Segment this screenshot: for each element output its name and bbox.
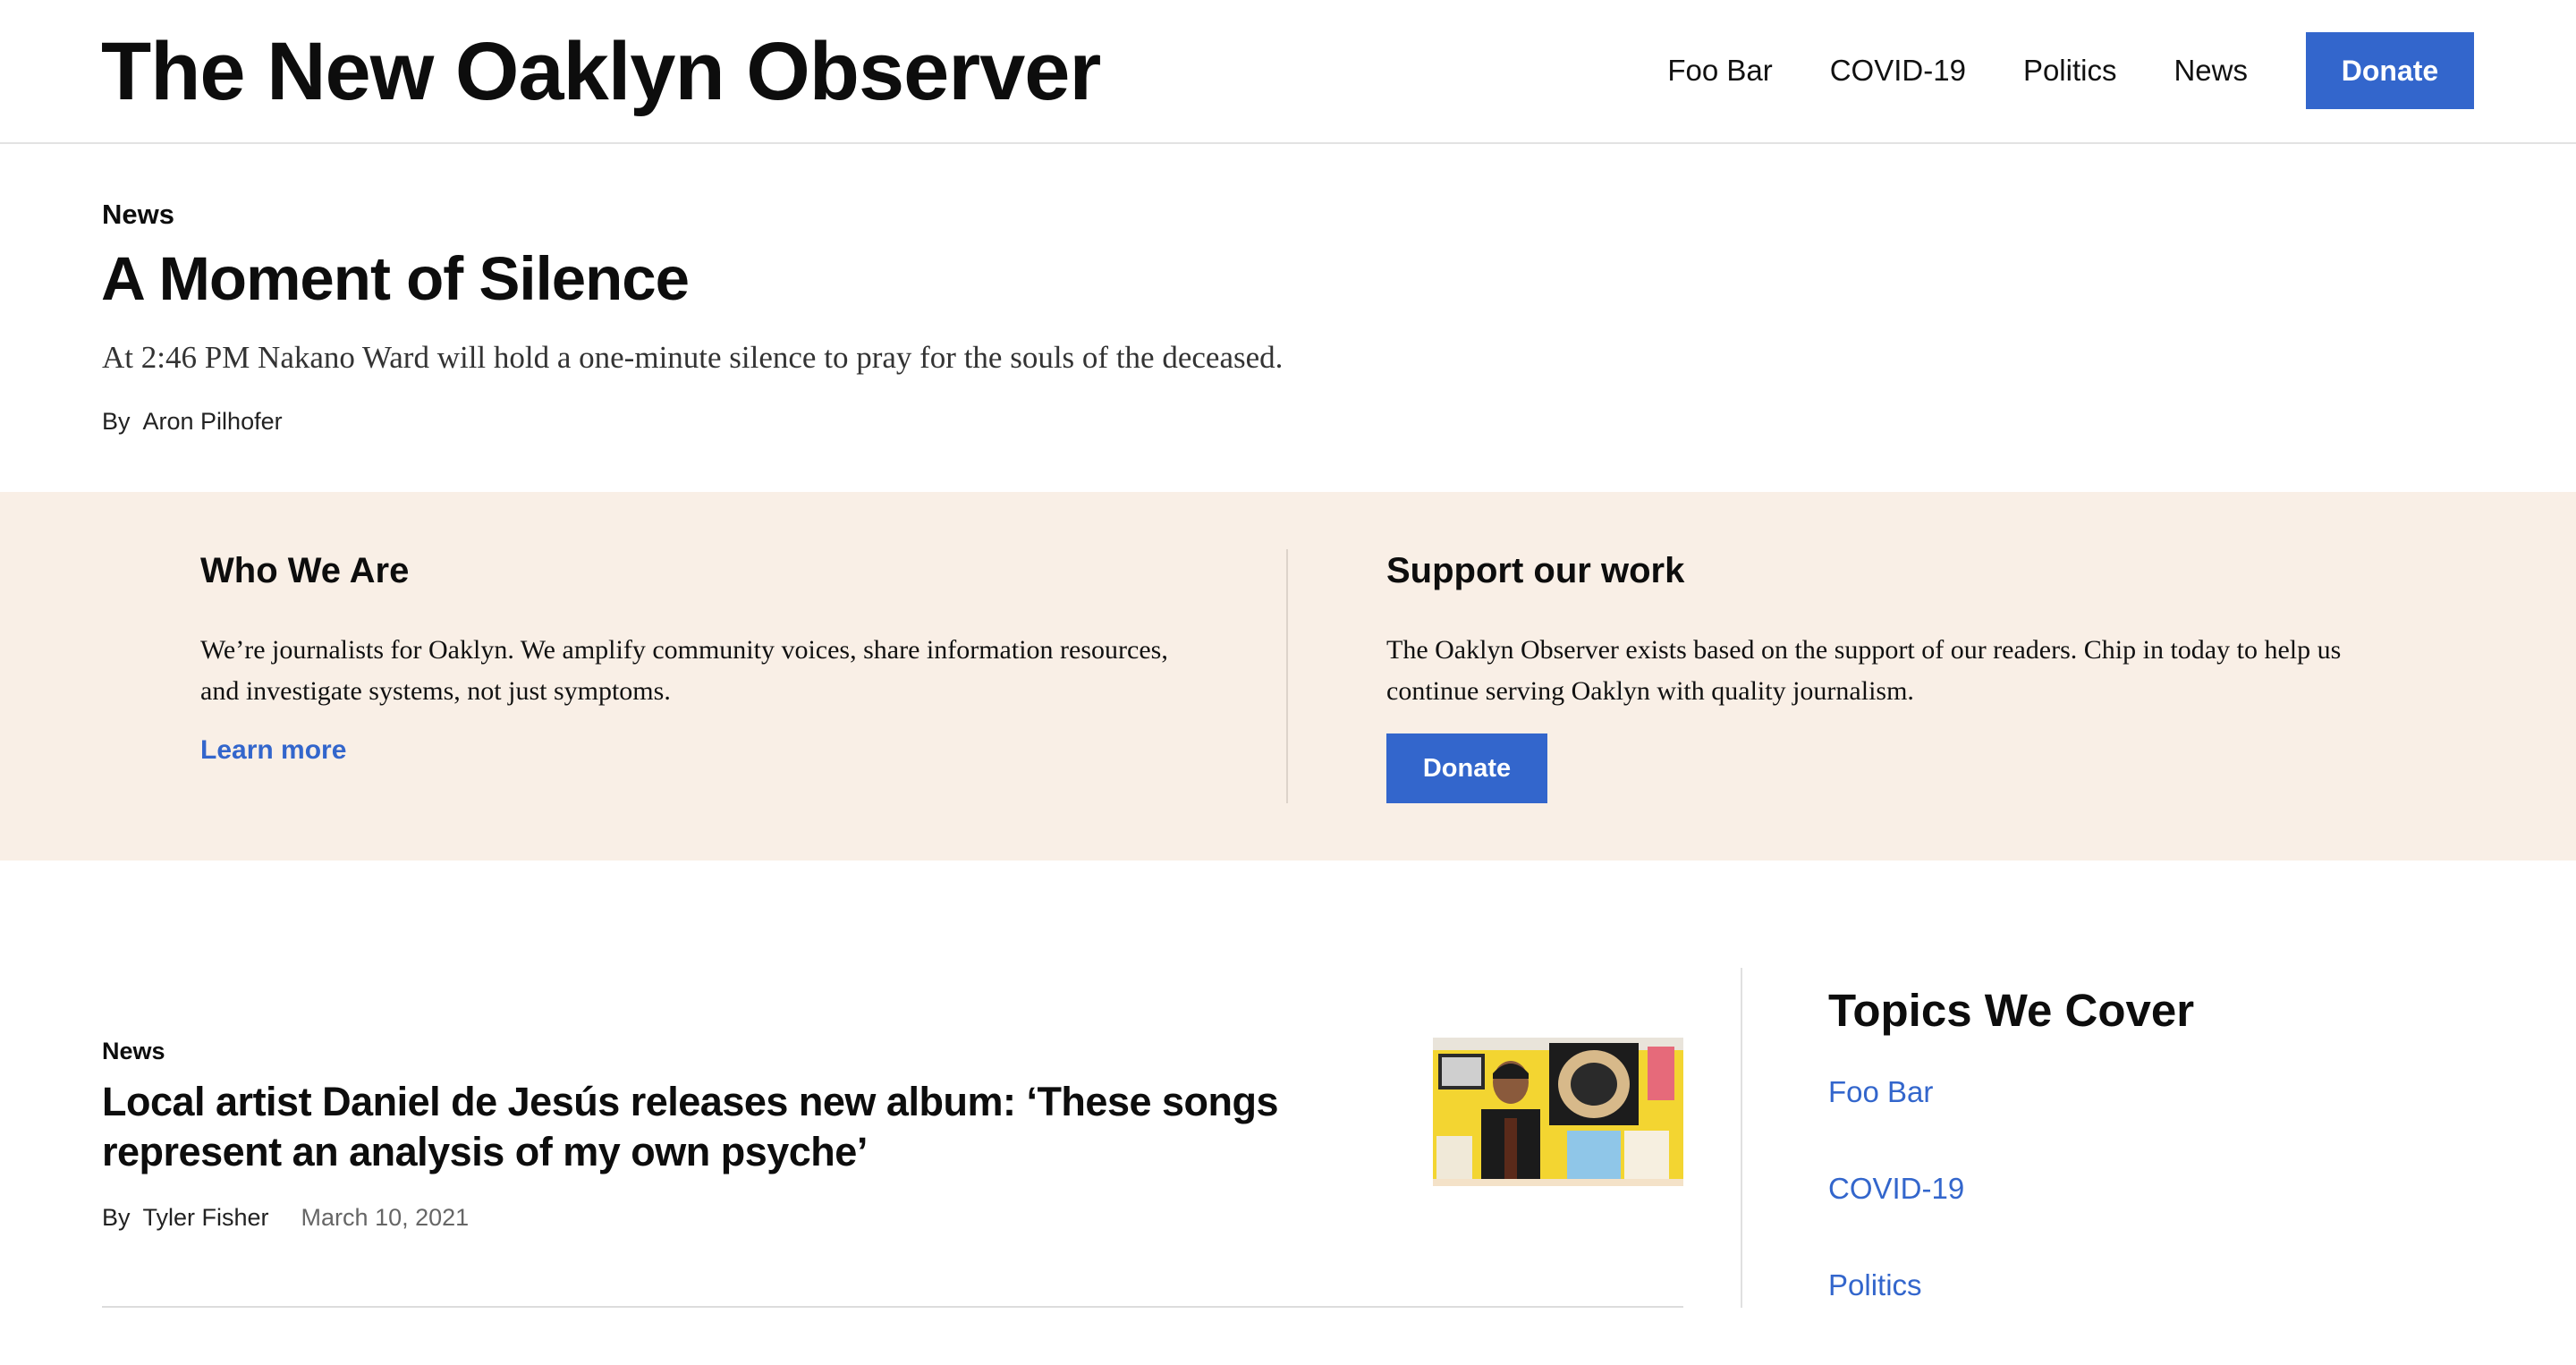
topic-list: Foo Bar COVID-19 Politics [1828,1075,2490,1365]
byline-prefix: By [102,1204,131,1231]
feature-byline: By Aron Pilhofer [102,408,283,436]
article-thumbnail-image [1433,1038,1683,1186]
who-we-are-heading: Who We Are [200,551,410,590]
site-title-link[interactable]: The New Oaklyn Observer [101,25,1101,118]
nav-item-foo-bar[interactable]: Foo Bar [1667,54,1772,88]
promo-divider [1286,549,1288,803]
support-block: Support our work The Oaklyn Observer exi… [1386,549,2388,803]
site-header: The New Oaklyn Observer Foo Bar COVID-19… [0,0,2576,144]
article-list-item: News Local artist Daniel de Jesús releas… [102,1038,1683,1308]
article-meta: By Tyler Fisher March 10, 2021 [102,1204,469,1232]
learn-more-link[interactable]: Learn more [200,735,346,766]
article-headline-link[interactable]: Local artist Daniel de Jesús releases ne… [102,1077,1372,1177]
promo-band: Who We Are We’re journalists for Oaklyn.… [0,492,2576,861]
topics-sidebar: Topics We Cover Foo Bar COVID-19 Politic… [1828,984,2490,1365]
nav-item-news[interactable]: News [2174,54,2248,88]
who-we-are-body: We’re journalists for Oaklyn. We amplify… [200,635,1168,706]
feature-section-link[interactable]: News [102,199,174,231]
article-date: March 10, 2021 [301,1204,470,1231]
byline-prefix: By [102,408,131,435]
article-section-link[interactable]: News [102,1038,165,1065]
support-body: The Oaklyn Observer exists based on the … [1386,635,2342,706]
who-we-are-block: Who We Are We’re journalists for Oaklyn.… [200,549,1202,766]
feature-headline-link[interactable]: A Moment of Silence [101,243,690,315]
support-heading: Support our work [1386,551,1685,590]
topic-link-politics[interactable]: Politics [1828,1268,1922,1301]
topic-item: Politics [1828,1268,2490,1365]
topic-item: COVID-19 [1828,1172,2490,1268]
header-donate-button[interactable]: Donate [2306,32,2474,109]
article-author-link[interactable]: Tyler Fisher [143,1204,269,1231]
article-thumbnail[interactable] [1433,1038,1683,1186]
topic-link-covid-19[interactable]: COVID-19 [1828,1172,1964,1205]
nav-item-politics[interactable]: Politics [2023,54,2117,88]
feature-author-link[interactable]: Aron Pilhofer [143,408,283,435]
topic-item: Foo Bar [1828,1075,2490,1172]
sidebar-divider [1741,968,1742,1308]
feature-dek: At 2:46 PM Nakano Ward will hold a one-m… [102,340,1284,375]
nav-item-covid-19[interactable]: COVID-19 [1830,54,1966,88]
support-donate-button[interactable]: Donate [1386,733,1547,803]
topic-link-foo-bar[interactable]: Foo Bar [1828,1075,1933,1108]
main-nav: Foo Bar COVID-19 Politics News Donate [1667,32,2474,109]
topics-heading: Topics We Cover [1828,985,2195,1036]
